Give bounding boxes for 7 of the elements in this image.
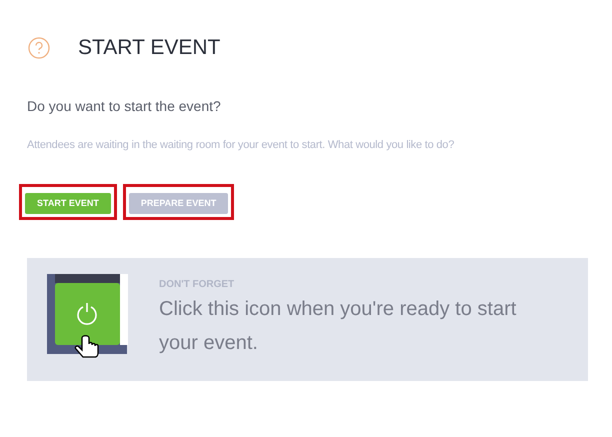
dialog-title: START EVENT <box>78 35 220 61</box>
help-icon <box>28 36 50 59</box>
event-button[interactable]: PREPARE EVENT <box>128 193 228 214</box>
description-text: Attendees are waiting in the waiting room for your event to start. What would you like to do? <box>27 138 456 152</box>
event-button[interactable]: START EVENT <box>25 193 111 214</box>
question-text: Do you want to start the event? <box>27 96 222 116</box>
tip-text: Click this icon when you're ready to start your event. <box>159 297 518 356</box>
